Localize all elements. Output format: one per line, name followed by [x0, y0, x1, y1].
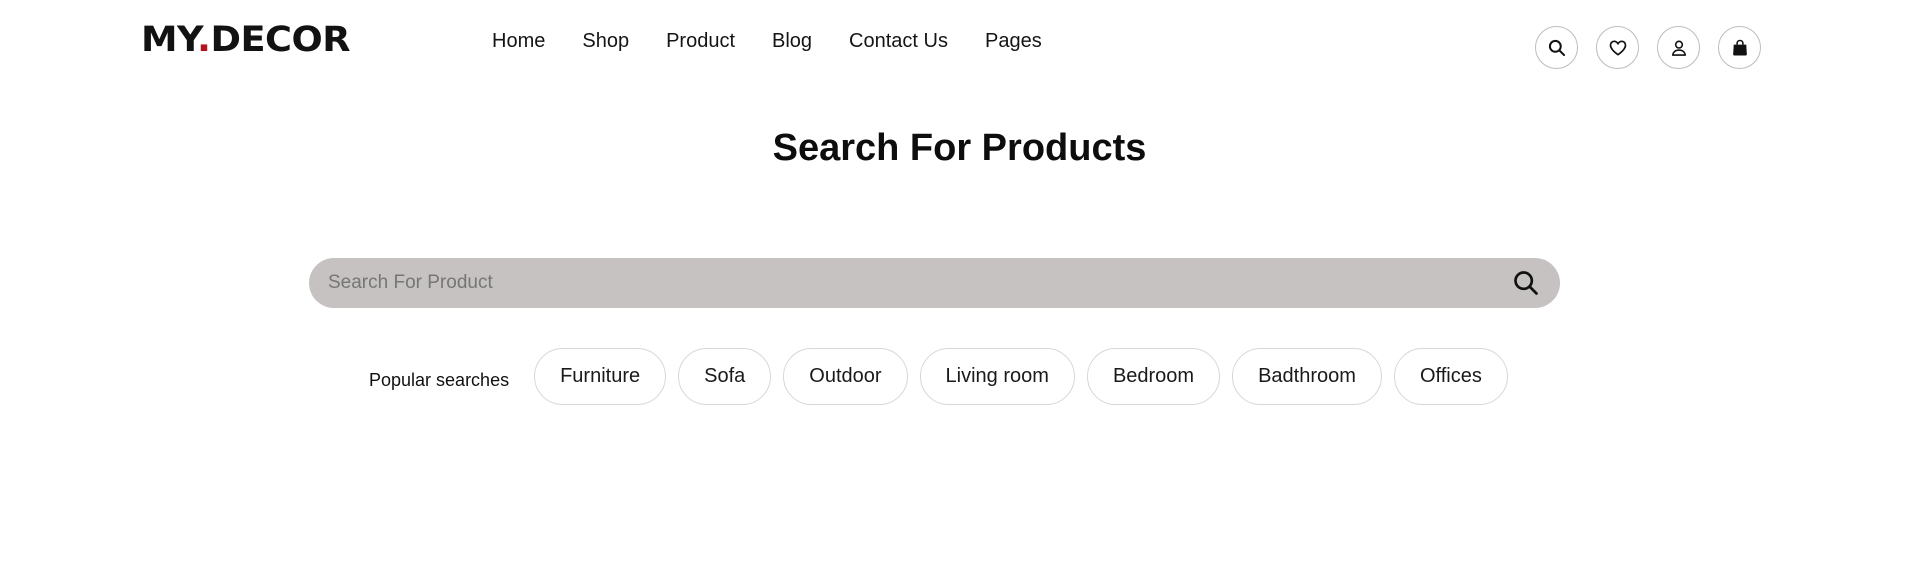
logo-dot: . [197, 20, 211, 60]
chip-living-room[interactable]: Living room [919, 348, 1075, 405]
search-icon [1514, 271, 1538, 295]
nav-item-contact-us[interactable]: Contact Us [849, 28, 948, 54]
logo-suffix: DECOR [210, 20, 350, 60]
page: MY.DECOR Home Shop Product Blog Contact … [0, 0, 1919, 584]
search-submit-button[interactable] [1500, 258, 1560, 308]
search-icon [1548, 39, 1565, 56]
page-title: Search For Products [772, 127, 1147, 169]
chip-badthroom[interactable]: Badthroom [1232, 348, 1382, 405]
cart-button[interactable] [1718, 26, 1761, 69]
user-icon [1671, 40, 1686, 56]
popular-search-chips: Furniture Sofa Outdoor Living room Bedro… [534, 348, 1508, 405]
chip-furniture[interactable]: Furniture [534, 348, 667, 405]
chip-offices[interactable]: Offices [1393, 348, 1508, 405]
nav-item-shop[interactable]: Shop [582, 28, 629, 54]
account-button[interactable] [1657, 26, 1700, 69]
nav-item-home[interactable]: Home [492, 28, 545, 54]
main-nav: Home Shop Product Blog Contact Us Pages [492, 28, 1042, 54]
wishlist-button[interactable] [1596, 26, 1639, 69]
nav-item-pages[interactable]: Pages [985, 28, 1042, 54]
chip-outdoor[interactable]: Outdoor [783, 348, 908, 405]
shopping-bag-icon [1732, 39, 1747, 55]
site-logo[interactable]: MY.DECOR [141, 20, 351, 60]
nav-item-blog[interactable]: Blog [772, 28, 812, 54]
logo-prefix: MY [141, 20, 198, 60]
chip-sofa[interactable]: Sofa [678, 348, 772, 405]
search-input[interactable] [309, 258, 1500, 308]
popular-searches-label: Popular searches [369, 369, 510, 390]
heart-icon [1609, 40, 1626, 56]
popular-searches: Popular searches Furniture Sofa Outdoor … [369, 348, 1508, 405]
header-search-button[interactable] [1535, 26, 1578, 69]
header-actions [1535, 26, 1761, 69]
nav-item-product[interactable]: Product [666, 28, 735, 54]
chip-bedroom[interactable]: Bedroom [1086, 348, 1221, 405]
product-search-bar [309, 258, 1560, 308]
